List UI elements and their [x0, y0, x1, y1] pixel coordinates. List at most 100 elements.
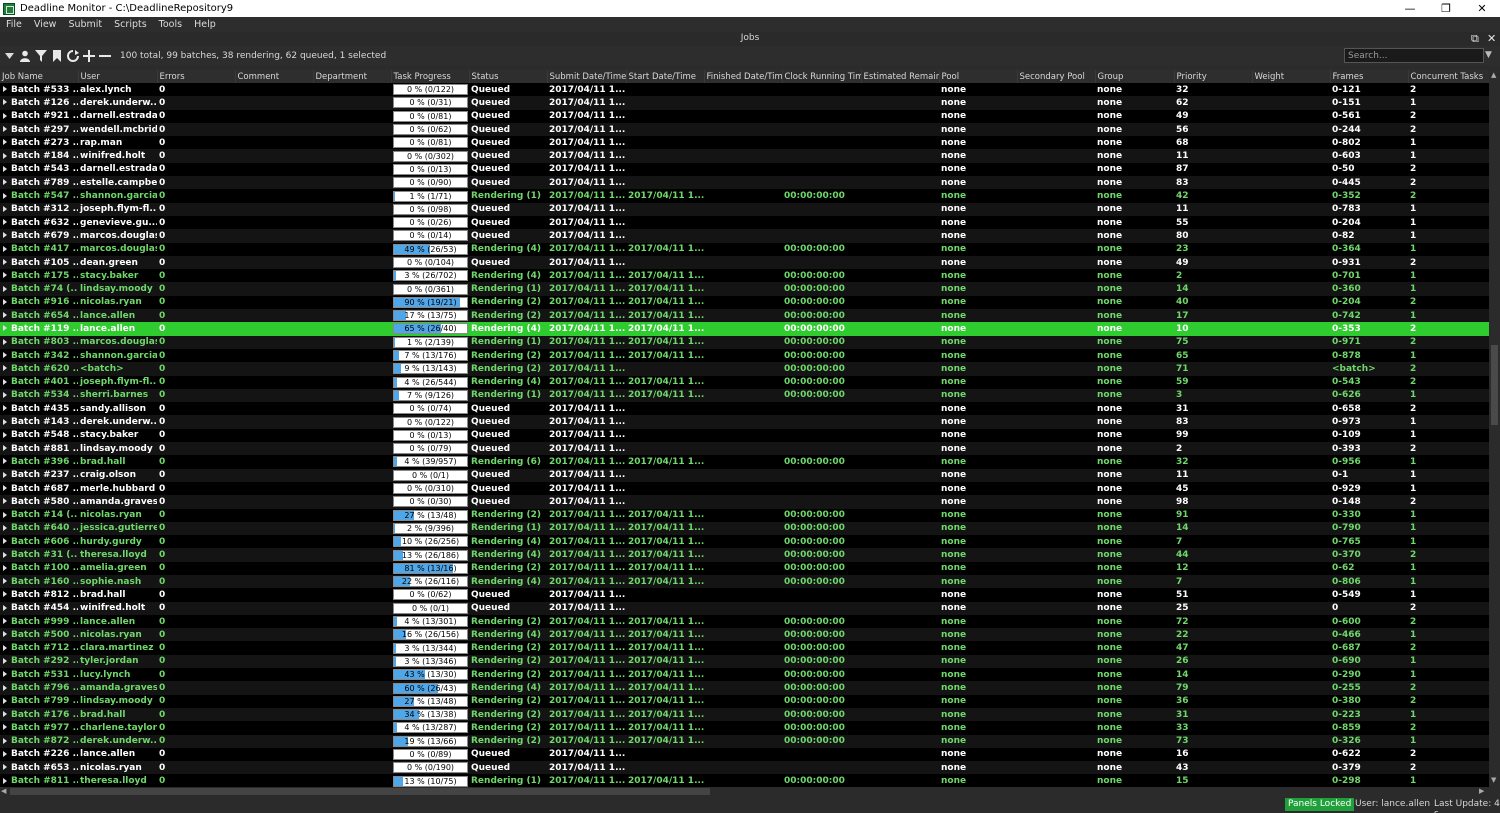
scroll-left-icon[interactable]: ◀ — [1, 787, 6, 795]
expand-arrow-icon[interactable] — [3, 418, 7, 425]
expand-arrow-icon[interactable] — [3, 165, 7, 172]
table-row[interactable]: Batch #580 ... amanda.graves 0 0 % (0/30) Qu… — [0, 495, 1489, 509]
table-row[interactable]: Batch #74 (... lindsay.moody 0 0 % (0/361) R… — [0, 282, 1489, 296]
expand-arrow-icon[interactable] — [3, 684, 7, 691]
expand-arrow-icon[interactable] — [3, 259, 7, 265]
table-row[interactable]: Batch #803 ... marcos.douglas 0 1 % (2/139)… — [0, 335, 1489, 349]
expand-arrow-icon[interactable] — [3, 365, 7, 372]
table-row[interactable]: Batch #100 ... amelia.green 0 81 % (13/16) R… — [0, 561, 1489, 575]
expand-arrow-icon[interactable] — [3, 245, 7, 252]
table-row[interactable]: Batch #533 ... alex.lynch 0 0 % (0/122) Queu… — [0, 83, 1489, 97]
table-row[interactable]: Batch #654 ... lance.allen 0 17 % (13/75) Re… — [0, 309, 1489, 323]
column-header[interactable]: Frames — [1330, 70, 1409, 83]
column-header[interactable]: Weight — [1252, 70, 1331, 83]
table-row[interactable]: Batch #547 ... shannon.garcia 0 1 % (1/71) R… — [0, 189, 1489, 203]
table-row[interactable]: Batch #401 ... joseph.flym-fl... 0 4 % (26/… — [0, 375, 1489, 389]
expand-arrow-icon[interactable] — [3, 618, 7, 625]
expand-arrow-icon[interactable] — [3, 538, 7, 545]
expand-arrow-icon[interactable] — [3, 298, 7, 305]
table-row[interactable]: Batch #454 ... winifred.holt 0 0 % (0/1) Que… — [0, 601, 1489, 615]
expand-arrow-icon[interactable] — [3, 458, 7, 465]
expand-arrow-icon[interactable] — [3, 378, 7, 385]
column-header[interactable]: Secondary Pool — [1017, 70, 1096, 83]
column-header[interactable]: Status — [469, 70, 548, 83]
column-header[interactable]: Department — [313, 70, 392, 83]
table-row[interactable]: Batch #812 ... brad.hall 0 0 % (0/62) Queued… — [0, 588, 1489, 602]
table-row[interactable]: Batch #292 ... tyler.jordan 0 3 % (13/346) R… — [0, 654, 1489, 669]
expand-arrow-icon[interactable] — [3, 192, 7, 199]
expand-arrow-icon[interactable] — [3, 112, 7, 119]
table-row[interactable]: Batch #653 ... nicolas.ryan 0 0 % (0/190) Qu… — [0, 761, 1489, 775]
expand-arrow-icon[interactable] — [3, 750, 7, 757]
expand-arrow-icon[interactable] — [3, 711, 7, 718]
scroll-down-icon[interactable]: ▼ — [1491, 776, 1496, 784]
column-header[interactable]: Clock Running Time — [782, 70, 862, 83]
expand-arrow-icon[interactable] — [3, 391, 7, 398]
table-row[interactable]: Batch #297 ... wendell.mcbride 0 0 % (0/62)… — [0, 122, 1489, 137]
dropdown-arrow-icon[interactable] — [2, 49, 16, 63]
expand-arrow-icon[interactable] — [3, 325, 7, 332]
table-row[interactable]: Batch #312 ... joseph.flym-fl... 0 0 % (0/9… — [0, 202, 1489, 216]
expand-arrow-icon[interactable] — [3, 697, 7, 704]
table-row[interactable]: Batch #620 ... <batch> 0 9 % (13/143) Render… — [0, 362, 1489, 376]
expand-arrow-icon[interactable] — [3, 631, 7, 638]
vertical-scrollbar[interactable]: ▲ ▼ — [1489, 70, 1500, 787]
column-header[interactable]: Priority — [1174, 70, 1253, 83]
vertical-scroll-thumb[interactable] — [1491, 345, 1498, 425]
table-row[interactable]: Batch #126 ... derek.underw... 0 0 % (0/31)… — [0, 96, 1489, 110]
horizontal-scroll-thumb[interactable] — [10, 788, 710, 795]
expand-arrow-icon[interactable] — [3, 498, 7, 505]
table-row[interactable]: Batch #396 ... brad.hall 0 4 % (39/957) Rend… — [0, 455, 1489, 469]
remove-icon[interactable] — [98, 49, 112, 63]
table-row[interactable]: Batch #531 ... lucy.lynch 0 43 % (13/30) Ren… — [0, 668, 1489, 682]
expand-arrow-icon[interactable] — [3, 524, 7, 531]
expand-arrow-icon[interactable] — [3, 578, 7, 585]
expand-arrow-icon[interactable] — [3, 352, 7, 359]
table-row[interactable]: Batch #977 ... charlene.taylor 0 4 % (13/28… — [0, 721, 1489, 735]
table-row[interactable]: Batch #679 ... marcos.douglas 0 0 % (0/14) Q… — [0, 229, 1489, 243]
table-row[interactable]: Batch #342 ... shannon.garcia 0 7 % (13/176… — [0, 348, 1489, 363]
table-row[interactable]: Batch #119 ... lance.allen 0 65 % (26/40) Re… — [0, 322, 1489, 336]
expand-arrow-icon[interactable] — [3, 232, 7, 239]
menu-file[interactable]: File — [0, 19, 28, 30]
expand-arrow-icon[interactable] — [3, 86, 7, 93]
expand-arrow-icon[interactable] — [3, 205, 7, 212]
expand-arrow-icon[interactable] — [3, 644, 7, 651]
table-row[interactable]: Batch #435 ... sandy.allison 0 0 % (0/74) Qu… — [0, 402, 1489, 416]
column-header[interactable]: User — [78, 70, 158, 83]
expand-arrow-icon[interactable] — [3, 219, 7, 226]
table-row[interactable]: Batch #789 ... estelle.campbell 0 0 % (0/90… — [0, 176, 1489, 190]
table-row[interactable]: Batch #226 ... lance.allen 0 0 % (0/89) Queu… — [0, 747, 1489, 762]
table-row[interactable]: Batch #543 ... darnell.estrada 0 0 % (0/13)… — [0, 162, 1489, 177]
search-dropdown-icon[interactable]: ▼ — [1485, 50, 1492, 60]
column-header[interactable]: Start Date/Time — [626, 70, 705, 83]
column-header[interactable]: Finished Date/Time — [704, 70, 783, 83]
bookmark-icon[interactable] — [50, 49, 64, 63]
column-header[interactable]: Submit Date/Time ▼ — [547, 70, 627, 83]
table-row[interactable]: Batch #632 ... genevieve.gu... 0 0 % (0/26)… — [0, 215, 1489, 230]
menu-help[interactable]: Help — [188, 19, 222, 30]
restore-button[interactable]: ❐ — [1428, 0, 1464, 17]
table-row[interactable]: Batch #811 ... theresa.lloyd 0 13 % (10/75)… — [0, 774, 1489, 787]
table-row[interactable]: Batch #143 ... derek.underw... 0 0 % (0/122… — [0, 415, 1489, 429]
expand-arrow-icon[interactable] — [3, 671, 7, 678]
minimize-button[interactable]: — — [1392, 0, 1428, 17]
table-row[interactable]: Batch #160 ... sophie.nash 0 22 % (26/116) R… — [0, 574, 1489, 589]
expand-arrow-icon[interactable] — [3, 272, 7, 279]
expand-arrow-icon[interactable] — [3, 471, 7, 478]
menu-submit[interactable]: Submit — [62, 19, 108, 30]
float-panel-icon[interactable]: ⧉ — [1471, 32, 1479, 46]
column-header[interactable]: Errors — [157, 70, 236, 83]
column-header[interactable]: Group — [1095, 70, 1175, 83]
table-row[interactable]: Batch #176 ... brad.hall 0 34 % (13/38) Rend… — [0, 707, 1489, 722]
expand-arrow-icon[interactable] — [3, 99, 7, 106]
expand-arrow-icon[interactable] — [3, 139, 7, 146]
column-header[interactable]: Job Name — [0, 70, 79, 83]
column-header[interactable]: Estimated Remaining — [861, 70, 940, 83]
add-icon[interactable] — [82, 49, 96, 63]
table-row[interactable]: Batch #640 ... jessica.gutierrez 0 2 % (9/3… — [0, 521, 1489, 536]
expand-arrow-icon[interactable] — [3, 338, 7, 345]
table-row[interactable]: Batch #14 (... nicolas.ryan 0 27 % (13/48) R… — [0, 508, 1489, 522]
table-row[interactable]: Batch #606 ... hurdy.gurdy 0 10 % (26/256) R… — [0, 535, 1489, 549]
column-header[interactable]: Pool — [939, 70, 1018, 83]
